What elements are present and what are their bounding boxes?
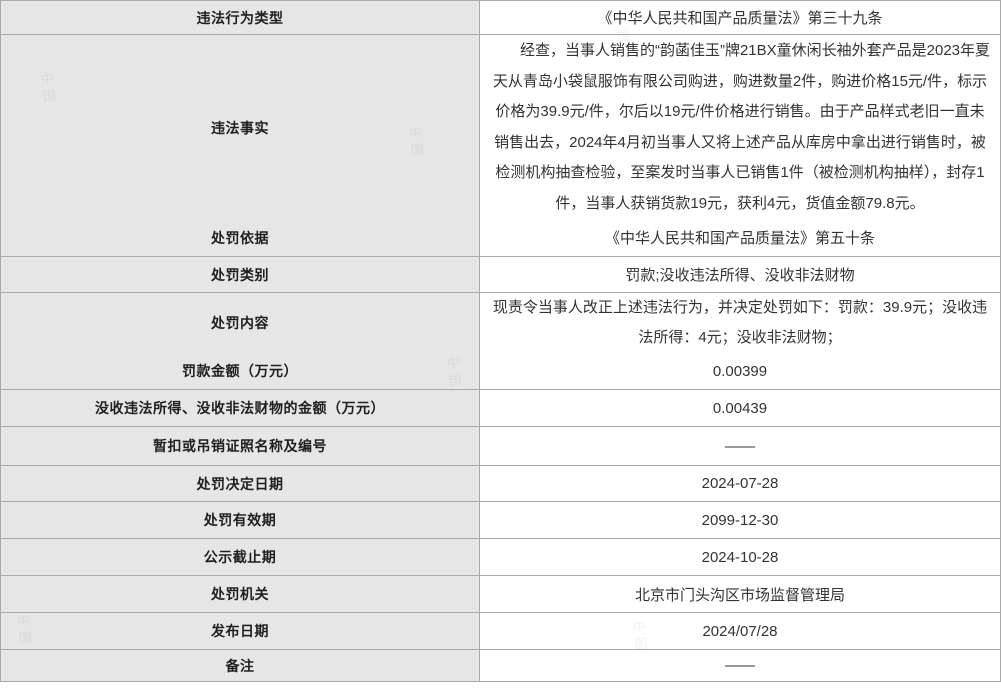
row-value: 《中华人民共和国产品质量法》第五十条 (480, 219, 1000, 256)
row-value: —— (480, 650, 1000, 681)
row-value: 北京市门头沟区市场监督管理局 (480, 576, 1000, 612)
table-row-fine-amount: 罚款金额（万元） 0.00399 (1, 353, 1000, 390)
row-label: 处罚内容 (1, 293, 480, 353)
table-row-penalty-category: 处罚类别 罚款;没收违法所得、没收非法财物 (1, 257, 1000, 293)
table-row-penalty-basis: 处罚依据 《中华人民共和国产品质量法》第五十条 (1, 219, 1000, 257)
table-row-penalty-content: 处罚内容 现责令当事人改正上述违法行为，并决定处罚如下：罚款：39.9元；没收违… (1, 293, 1000, 353)
row-label: 违法行为类型 (1, 1, 480, 34)
table-row-decision-date: 处罚决定日期 2024-07-28 (1, 466, 1000, 502)
table-row-publicity-deadline: 公示截止期 2024-10-28 (1, 539, 1000, 576)
table-row-confiscation-amount: 没收违法所得、没收非法财物的金额（万元） 0.00439 (1, 390, 1000, 427)
row-value: 0.00439 (480, 390, 1000, 426)
table-row-publish-date: 发布日期 2024/07/28 (1, 613, 1000, 650)
row-label: 没收违法所得、没收非法财物的金额（万元） (1, 390, 480, 426)
row-value: 2099-12-30 (480, 502, 1000, 538)
row-label: 处罚机关 (1, 576, 480, 612)
row-label: 公示截止期 (1, 539, 480, 575)
penalty-record-page: 违法行为类型 《中华人民共和国产品质量法》第三十九条 违法事实 经查，当事人销售… (0, 0, 1001, 688)
table-row-remarks: 备注 —— (1, 650, 1000, 682)
row-value: 经查，当事人销售的“韵菡佳玉”牌21BX童休闲长袖外套产品是2023年夏天从青岛… (480, 35, 1000, 220)
row-value: —— (480, 427, 1000, 465)
table-row-violation-type: 违法行为类型 《中华人民共和国产品质量法》第三十九条 (1, 1, 1000, 35)
row-value: 罚款;没收违法所得、没收非法财物 (480, 257, 1000, 292)
row-label: 违法事实 (1, 35, 480, 220)
row-label: 处罚依据 (1, 219, 480, 256)
table-row-penalty-authority: 处罚机关 北京市门头沟区市场监督管理局 (1, 576, 1000, 613)
row-value: 《中华人民共和国产品质量法》第三十九条 (480, 1, 1000, 34)
row-label: 处罚有效期 (1, 502, 480, 538)
row-label: 罚款金额（万元） (1, 353, 480, 389)
row-label: 备注 (1, 650, 480, 681)
row-value: 0.00399 (480, 353, 1000, 389)
table-row-license-revocation: 暂扣或吊销证照名称及编号 —— (1, 427, 1000, 466)
table-row-validity-period: 处罚有效期 2099-12-30 (1, 502, 1000, 539)
row-value: 2024/07/28 (480, 613, 1000, 649)
row-value: 现责令当事人改正上述违法行为，并决定处罚如下：罚款：39.9元；没收违法所得：4… (480, 293, 1000, 353)
row-label: 暂扣或吊销证照名称及编号 (1, 427, 480, 465)
penalty-table: 违法行为类型 《中华人民共和国产品质量法》第三十九条 违法事实 经查，当事人销售… (0, 0, 1001, 682)
table-row-violation-facts: 违法事实 经查，当事人销售的“韵菡佳玉”牌21BX童休闲长袖外套产品是2023年… (1, 35, 1000, 219)
row-label: 发布日期 (1, 613, 480, 649)
row-label: 处罚决定日期 (1, 466, 480, 501)
row-label: 处罚类别 (1, 257, 480, 292)
row-value: 2024-10-28 (480, 539, 1000, 575)
row-value: 2024-07-28 (480, 466, 1000, 501)
